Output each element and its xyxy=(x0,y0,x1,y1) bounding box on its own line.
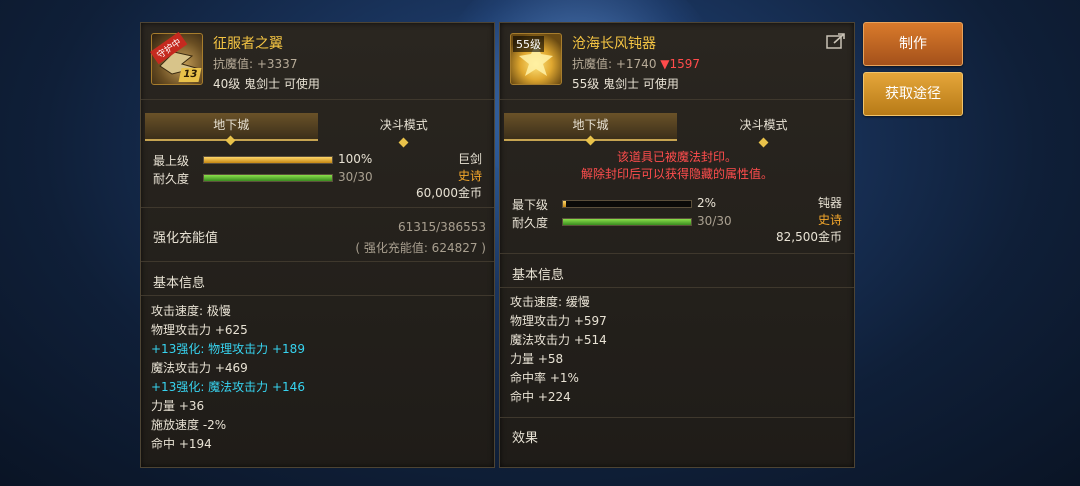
diamond-icon xyxy=(398,137,409,148)
wings-item-icon[interactable]: 守护中 13 xyxy=(150,31,203,85)
stat-line: 力量 +58 xyxy=(510,352,564,366)
diamond-icon xyxy=(585,135,595,146)
divider xyxy=(141,261,494,262)
grade-label: 最上级 xyxy=(153,154,190,168)
basic-info-title: 基本信息 xyxy=(153,276,206,291)
stat-line: 命中 +224 xyxy=(510,390,571,404)
durability-bar-fill xyxy=(204,175,332,181)
stat-line: 魔法攻击力 +469 xyxy=(151,361,248,375)
tab-duel-label: 决斗模式 xyxy=(739,118,788,132)
rarity-label: 史诗 xyxy=(457,169,482,183)
magic-resist: 抗魔值: +1740 ▼1597 xyxy=(572,55,700,72)
divider xyxy=(141,295,494,296)
grade-bar xyxy=(562,200,692,208)
share-icon[interactable] xyxy=(826,33,846,49)
tab-dungeon-label: 地下城 xyxy=(572,118,609,132)
mode-tabs: 地下城 决斗模式 xyxy=(504,113,850,148)
stat-line: 命中率 +1% xyxy=(510,371,579,385)
seal-warning: 该道具已被魔法封印。 xyxy=(616,150,737,164)
make-button[interactable]: 制作 xyxy=(863,22,963,66)
stat-line: +13强化: 物理攻击力 +189 xyxy=(151,342,305,356)
diamond-icon xyxy=(758,137,768,148)
magic-resist-value: 抗魔值: +1740 xyxy=(572,57,657,71)
grade-bar-fill xyxy=(563,201,566,207)
tab-dungeon-label: 地下城 xyxy=(213,118,250,132)
durability-value: 30/30 xyxy=(338,170,373,184)
durability-bar-fill xyxy=(563,219,691,225)
durability-value: 30/30 xyxy=(697,214,732,228)
magic-resist: 抗魔值: +3337 xyxy=(213,57,298,71)
source-button[interactable]: 获取途径 xyxy=(863,72,963,116)
stat-line: 力量 +36 xyxy=(151,399,205,413)
tab-dungeon[interactable]: 地下城 xyxy=(504,113,677,146)
durability-label: 耐久度 xyxy=(153,172,190,186)
stat-line: 魔法攻击力 +514 xyxy=(510,333,607,347)
divider xyxy=(141,207,494,208)
compare-item-panel: 55级 沧海长风钝器 抗魔值: +1740 ▼1597 55级 鬼剑士 可使用 … xyxy=(499,22,855,468)
item-name: 沧海长风钝器 xyxy=(572,36,656,52)
stat-list: 攻击速度: 极慢物理攻击力 +625 +13强化: 物理攻击力 +189 魔法攻击力… xyxy=(151,302,305,454)
divider xyxy=(141,99,494,100)
weapon-type: 钝器 xyxy=(817,196,842,210)
equipped-item-panel: 守护中 13 征服者之翼 抗魔值: +3337 40级 鬼剑士 可使用 地下城 … xyxy=(140,22,495,468)
grade-label: 最下级 xyxy=(512,198,549,212)
tab-duel[interactable]: 决斗模式 xyxy=(318,113,491,148)
stat-list: 攻击速度: 缓慢物理攻击力 +597 魔法攻击力 +514 力量 +58 命中率 +1… xyxy=(510,293,607,407)
mace-item-icon[interactable]: 55级 xyxy=(510,33,562,85)
weapon-type: 巨剑 xyxy=(457,152,482,166)
stat-line: +13强化: 魔法攻击力 +146 xyxy=(151,380,305,394)
charge-label: 强化充能值 xyxy=(153,231,219,246)
seal-hint: 解除封印后可以获得隐藏的属性值。 xyxy=(580,167,773,181)
stat-line: 施放速度 -2% xyxy=(151,418,227,432)
charge-total: ( 强化充能值: 624827 ) xyxy=(355,241,486,255)
grade-value: 2% xyxy=(697,196,717,210)
tab-dungeon[interactable]: 地下城 xyxy=(145,113,318,146)
item-price: 60,000金币 xyxy=(416,186,482,200)
basic-info-title: 基本信息 xyxy=(512,268,565,283)
tab-duel[interactable]: 决斗模式 xyxy=(677,113,850,148)
stat-line: 物理攻击力 +625 xyxy=(151,323,248,337)
item-price: 82,500金币 xyxy=(776,230,842,244)
durability-bar xyxy=(203,174,333,182)
durability-label: 耐久度 xyxy=(512,216,549,230)
item-requirement: 55级 鬼剑士 可使用 xyxy=(572,77,679,91)
durability-bar xyxy=(562,218,692,226)
tab-duel-label: 决斗模式 xyxy=(379,118,428,132)
diamond-icon xyxy=(225,135,236,146)
stat-line: 攻击速度: 缓慢 xyxy=(510,295,590,309)
stat-line: 攻击速度: 极慢 xyxy=(151,304,231,318)
divider xyxy=(500,287,854,288)
stat-line: 物理攻击力 +597 xyxy=(510,314,607,328)
item-level-badge: 55级 xyxy=(513,36,544,52)
item-requirement: 40级 鬼剑士 可使用 xyxy=(213,77,320,91)
mode-tabs: 地下城 决斗模式 xyxy=(145,113,491,148)
stat-line: 命中 +194 xyxy=(151,437,212,451)
divider xyxy=(500,99,854,100)
grade-bar xyxy=(203,156,333,164)
grade-bar-fill xyxy=(204,157,332,163)
grade-value: 100% xyxy=(338,152,373,166)
enhance-level-badge: 13 xyxy=(178,68,202,82)
rarity-label: 史诗 xyxy=(817,213,842,227)
item-name: 征服者之翼 xyxy=(213,36,283,52)
magic-resist-diff: ▼1597 xyxy=(660,57,701,71)
effects-title: 效果 xyxy=(512,431,539,446)
divider xyxy=(500,253,854,254)
charge-value: 61315/386553 xyxy=(397,220,486,234)
divider xyxy=(500,417,854,418)
